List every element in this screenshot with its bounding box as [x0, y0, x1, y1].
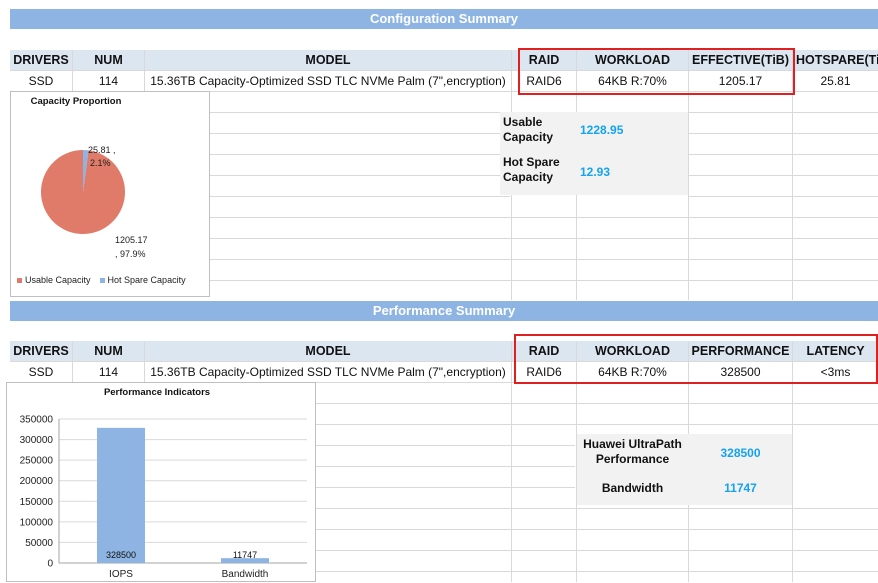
config-cell-hotspare: 25.81: [793, 71, 878, 91]
config-header-model: MODEL: [145, 50, 511, 70]
grid-line: [511, 341, 512, 582]
pie-label-hotspare: 25.81 , 2.1%: [88, 145, 116, 168]
y-tick-label: 150000: [20, 497, 54, 508]
y-tick-label: 0: [47, 559, 53, 570]
perf-cell-num: 114: [73, 362, 144, 382]
grid-line: [689, 154, 878, 155]
y-tick-label: 250000: [20, 456, 54, 467]
legend-swatch-usable: [17, 277, 22, 283]
grid-line: [72, 50, 73, 91]
bandwidth-value: 11747: [724, 481, 757, 495]
pie-legend: Usable Capacity Hot Spare Capacity: [17, 275, 186, 285]
bar-data-label: 11747: [233, 550, 257, 560]
grid-line: [144, 341, 145, 382]
grid-line: [72, 341, 73, 382]
y-tick-label: 300000: [20, 435, 54, 446]
config-cell-model: 15.36TB Capacity-Optimized SSD TLC NVMe …: [145, 71, 511, 91]
y-tick-label: 100000: [20, 517, 54, 528]
config-header-drivers: DRIVERS: [10, 50, 72, 70]
grid-line: [315, 508, 878, 509]
grid-line: [210, 175, 510, 176]
pie-svg: [40, 150, 125, 234]
ultrapath-label: Huawei UltraPath Performance: [583, 437, 682, 466]
grid-line: [315, 445, 575, 446]
usable-capacity-value: 1228.95: [580, 123, 624, 137]
pie-label-usable: 1205.17, 97.9%: [115, 235, 148, 259]
x-tick-label: Bandwidth: [222, 569, 269, 580]
grid-line: [210, 196, 510, 197]
grid-line: [144, 50, 145, 91]
config-highlight-box: [518, 48, 795, 95]
grid-line: [315, 550, 878, 551]
perf-cell-model: 15.36TB Capacity-Optimized SSD TLC NVMe …: [145, 362, 511, 382]
bar-iops: [97, 427, 145, 563]
y-tick-label: 50000: [25, 538, 53, 549]
perf-cell-drivers: SSD: [10, 362, 72, 382]
grid-line: [210, 112, 510, 113]
grid-line: [689, 112, 878, 113]
y-tick-label: 200000: [20, 476, 54, 487]
performance-indicators-chart: Performance Indicators 350000 300000 25000…: [6, 382, 316, 582]
config-cell-drivers: SSD: [10, 71, 72, 91]
hotspare-capacity-value: 12.93: [580, 165, 611, 179]
grid-line: [315, 529, 878, 530]
grid-line: [315, 571, 878, 572]
bandwidth-label: Bandwidth: [601, 481, 664, 495]
grid-line: [210, 280, 878, 281]
x-tick-label: IOPS: [109, 569, 133, 580]
bar-data-label: 328500: [106, 550, 136, 560]
capacity-proportion-chart: Capacity Proportion 25.81 , 2.1% 1205.17,…: [10, 91, 210, 297]
grid-line: [689, 133, 878, 134]
config-cell-num: 114: [73, 71, 144, 91]
grid-line: [315, 424, 878, 425]
grid-line: [689, 196, 878, 197]
perf-header-num: NUM: [73, 341, 144, 361]
legend-usable-label: Usable Capacity: [25, 275, 91, 285]
grid-line: [210, 154, 510, 155]
perf-banner: Performance Summary: [10, 301, 878, 321]
grid-line: [210, 133, 510, 134]
config-header-hotspare: HOTSPARE(TiB: [793, 50, 878, 70]
y-tick-label: 350000: [20, 415, 54, 426]
perf-header-model: MODEL: [145, 341, 511, 361]
grid-line: [315, 466, 575, 467]
usable-capacity-label: Usable Capacity: [503, 115, 554, 144]
ultrapath-value: 328500: [720, 446, 761, 460]
legend-swatch-hotspare: [99, 277, 105, 283]
grid-line: [315, 403, 878, 404]
grid-line: [315, 487, 575, 488]
legend-hotspare-label: Hot Spare Capacity: [107, 275, 186, 285]
perf-header-drivers: DRIVERS: [10, 341, 72, 361]
perf-highlight-box: [514, 334, 878, 384]
grid-line: [210, 238, 878, 239]
grid-line: [210, 259, 878, 260]
bar-svg: 350000 300000 250000 200000 150000 100000 5000…: [20, 415, 307, 580]
config-header-num: NUM: [73, 50, 144, 70]
hotspare-capacity-label: Hot Spare Capacity: [503, 155, 560, 184]
grid-line: [210, 217, 878, 218]
config-banner: Configuration Summary: [10, 9, 878, 29]
grid-line: [689, 175, 878, 176]
